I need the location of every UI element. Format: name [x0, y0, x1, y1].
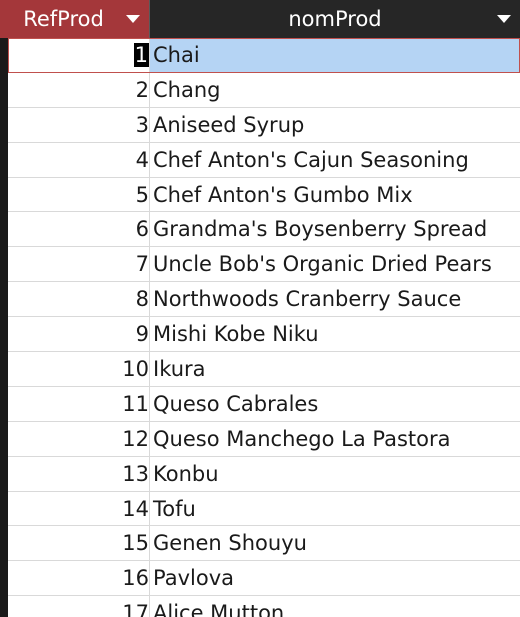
cell-refprod[interactable]: 9	[8, 317, 150, 352]
cell-nomprod[interactable]: Chef Anton's Gumbo Mix	[150, 178, 520, 212]
refprod-value: 7	[135, 252, 149, 277]
cell-nomprod[interactable]: Mishi Kobe Niku	[150, 317, 520, 351]
cell-nomprod[interactable]: Alice Mutton	[150, 596, 520, 617]
table-row[interactable]: 16 Pavlova	[8, 561, 520, 597]
cell-nomprod[interactable]: Ikura	[150, 352, 520, 386]
table-row[interactable]: 15 Genen Shouyu	[8, 526, 520, 562]
cell-nomprod[interactable]: Pavlova	[150, 561, 520, 595]
column-header-label: RefProd	[23, 7, 104, 31]
record-list: 1 Chai 2 Chang 3 Aniseed Syrup 4 Chef Anton's C…	[8, 38, 520, 617]
column-header-row: RefProd nomProd	[0, 0, 520, 38]
cell-refprod[interactable]: 15	[8, 526, 150, 561]
refprod-value: 9	[135, 322, 149, 347]
table-row[interactable]: 12 Queso Manchego La Pastora	[8, 421, 520, 457]
cell-nomprod[interactable]: Konbu	[150, 457, 520, 491]
refprod-value: 10	[122, 357, 149, 382]
cell-refprod[interactable]: 4	[8, 142, 150, 177]
table-row[interactable]: 11 Queso Cabrales	[8, 386, 520, 422]
cell-nomprod[interactable]: Aniseed Syrup	[150, 108, 520, 142]
refprod-value: 16	[122, 566, 149, 591]
refprod-value: 14	[122, 496, 149, 521]
column-header-label: nomProd	[288, 7, 382, 31]
table-row[interactable]: 3 Aniseed Syrup	[8, 107, 520, 143]
cell-nomprod[interactable]: Uncle Bob's Organic Dried Pears	[150, 247, 520, 281]
refprod-value: 11	[122, 391, 149, 416]
cell-refprod[interactable]: 6	[8, 212, 150, 247]
cell-refprod[interactable]: 7	[8, 247, 150, 282]
refprod-value: 5	[135, 182, 149, 207]
cell-refprod[interactable]: 12	[8, 421, 150, 456]
table-row[interactable]: 5 Chef Anton's Gumbo Mix	[8, 177, 520, 213]
cell-refprod[interactable]: 14	[8, 491, 150, 526]
cell-refprod[interactable]: 1	[8, 38, 150, 72]
refprod-value: 3	[135, 112, 149, 137]
cell-refprod[interactable]: 16	[8, 561, 150, 596]
table-row[interactable]: 8 Northwoods Cranberry Sauce	[8, 282, 520, 318]
cell-refprod[interactable]: 3	[8, 107, 150, 142]
refprod-value: 8	[135, 287, 149, 312]
cell-refprod[interactable]: 8	[8, 282, 150, 317]
refprod-value: 17	[122, 601, 149, 617]
table-row[interactable]: 7 Uncle Bob's Organic Dried Pears	[8, 247, 520, 283]
chevron-down-icon[interactable]	[126, 15, 140, 23]
cell-nomprod[interactable]: Queso Manchego La Pastora	[150, 422, 520, 456]
chevron-down-icon[interactable]	[497, 15, 511, 23]
cell-nomprod[interactable]: Northwoods Cranberry Sauce	[150, 282, 520, 316]
cell-nomprod[interactable]: Chai	[150, 38, 520, 72]
cell-refprod[interactable]: 17	[8, 596, 150, 617]
table-row[interactable]: 14 Tofu	[8, 491, 520, 527]
table-row[interactable]: 2 Chang	[8, 72, 520, 108]
table-row[interactable]: 6 Grandma's Boysenberry Spread	[8, 212, 520, 248]
table-row[interactable]: 13 Konbu	[8, 456, 520, 492]
cell-nomprod[interactable]: Genen Shouyu	[150, 526, 520, 560]
cell-nomprod[interactable]: Queso Cabrales	[150, 387, 520, 421]
refprod-value: 1	[133, 43, 149, 67]
cell-refprod[interactable]: 11	[8, 386, 150, 421]
refprod-value: 4	[135, 147, 149, 172]
table-row[interactable]: 10 Ikura	[8, 352, 520, 387]
cell-nomprod[interactable]: Grandma's Boysenberry Spread	[150, 212, 520, 246]
cell-nomprod[interactable]: Chang	[150, 73, 520, 107]
refprod-value: 15	[122, 531, 149, 556]
datasheet-view: RefProd nomProd 1 Chai 2 Chang 3 Aniseed Syru…	[0, 0, 520, 617]
refprod-value: 6	[135, 217, 149, 242]
record-selector-bar[interactable]	[0, 0, 8, 617]
table-row[interactable]: 17 Alice Mutton	[8, 596, 520, 617]
column-header-nomprod[interactable]: nomProd	[150, 0, 520, 38]
cell-nomprod[interactable]: Chef Anton's Cajun Seasoning	[150, 143, 520, 177]
cell-refprod[interactable]: 10	[8, 352, 150, 386]
column-header-refprod[interactable]: RefProd	[0, 0, 150, 38]
table-row[interactable]: 1 Chai	[8, 38, 520, 73]
cell-nomprod[interactable]: Tofu	[150, 492, 520, 526]
refprod-value: 2	[135, 77, 149, 102]
table-row[interactable]: 4 Chef Anton's Cajun Seasoning	[8, 142, 520, 178]
table-row[interactable]: 9 Mishi Kobe Niku	[8, 317, 520, 353]
cell-refprod[interactable]: 2	[8, 72, 150, 107]
refprod-value: 12	[122, 426, 149, 451]
cell-refprod[interactable]: 5	[8, 177, 150, 212]
refprod-value: 13	[122, 461, 149, 486]
cell-refprod[interactable]: 13	[8, 456, 150, 491]
